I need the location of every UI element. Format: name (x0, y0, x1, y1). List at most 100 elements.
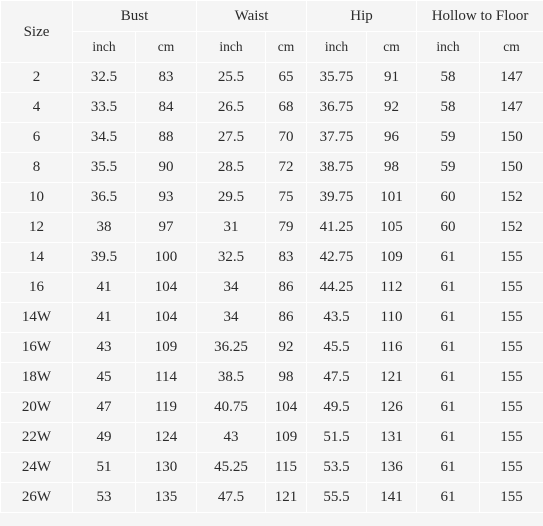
cell-hollow-inch: 60 (416, 212, 481, 243)
cell-bust-cm: 135 (134, 482, 198, 513)
cell-hip-inch: 38.75 (306, 152, 368, 183)
cell-size: 20W (0, 392, 73, 423)
cell-hollow-inch: 61 (416, 482, 481, 513)
cell-waist-inch: 43 (196, 422, 267, 453)
cell-bust-inch: 38 (72, 212, 136, 243)
cell-hip-cm: 136 (366, 452, 418, 483)
table-body: 2 32.5 83 25.5 65 35.75 91 58 147 4 33.5 84 26.5 68 36… (0, 62, 543, 513)
cell-bust-inch: 53 (72, 482, 136, 513)
table-row: 8 35.5 90 28.5 72 38.75 98 59 150 (0, 152, 543, 183)
cell-hip-inch: 43.5 (306, 302, 368, 333)
cell-waist-inch: 27.5 (196, 122, 267, 153)
cell-size: 10 (0, 182, 73, 213)
cell-hip-cm: 110 (366, 302, 418, 333)
cell-size: 26W (0, 482, 73, 513)
cell-waist-cm: 92 (265, 332, 308, 363)
cell-waist-inch: 34 (196, 272, 267, 303)
cell-waist-cm: 98 (265, 362, 308, 393)
cell-hollow-inch: 59 (416, 152, 481, 183)
cell-hip-cm: 105 (366, 212, 418, 243)
cell-bust-inch: 32.5 (72, 62, 136, 93)
cell-hollow-inch: 60 (416, 182, 481, 213)
unit-header-waist-cm: cm (265, 31, 308, 63)
cell-size: 14 (0, 242, 73, 273)
cell-hip-inch: 44.25 (306, 272, 368, 303)
cell-bust-cm: 97 (134, 212, 198, 243)
table-row: 12 38 97 31 79 41.25 105 60 152 (0, 212, 543, 243)
cell-hollow-cm: 155 (479, 242, 543, 273)
cell-size: 18W (0, 362, 73, 393)
cell-hollow-cm: 155 (479, 332, 543, 363)
cell-bust-cm: 124 (134, 422, 198, 453)
cell-hip-cm: 116 (366, 332, 418, 363)
cell-hollow-inch: 61 (416, 452, 481, 483)
cell-size: 22W (0, 422, 73, 453)
unit-header-hip-inch: inch (306, 31, 368, 63)
cell-bust-inch: 43 (72, 332, 136, 363)
column-header-hip: Hip (306, 0, 418, 32)
cell-hip-inch: 55.5 (306, 482, 368, 513)
cell-bust-inch: 47 (72, 392, 136, 423)
cell-bust-cm: 104 (134, 302, 198, 333)
cell-bust-inch: 35.5 (72, 152, 136, 183)
table-row: 16 41 104 34 86 44.25 112 61 155 (0, 272, 543, 303)
cell-hollow-cm: 155 (479, 362, 543, 393)
cell-hip-inch: 53.5 (306, 452, 368, 483)
unit-header-hollow-inch: inch (416, 31, 481, 63)
cell-hip-cm: 96 (366, 122, 418, 153)
cell-hollow-inch: 61 (416, 422, 481, 453)
cell-waist-cm: 83 (265, 242, 308, 273)
cell-hollow-cm: 155 (479, 392, 543, 423)
cell-hip-cm: 109 (366, 242, 418, 273)
cell-hip-inch: 37.75 (306, 122, 368, 153)
cell-hip-inch: 35.75 (306, 62, 368, 93)
cell-waist-inch: 38.5 (196, 362, 267, 393)
cell-bust-cm: 114 (134, 362, 198, 393)
cell-hip-cm: 126 (366, 392, 418, 423)
cell-hip-cm: 92 (366, 92, 418, 123)
cell-bust-cm: 119 (134, 392, 198, 423)
cell-waist-cm: 109 (265, 422, 308, 453)
cell-hollow-cm: 155 (479, 452, 543, 483)
cell-waist-inch: 45.25 (196, 452, 267, 483)
cell-bust-inch: 45 (72, 362, 136, 393)
cell-bust-inch: 34.5 (72, 122, 136, 153)
cell-hollow-inch: 61 (416, 332, 481, 363)
unit-header-hip-cm: cm (366, 31, 418, 63)
table-row: 6 34.5 88 27.5 70 37.75 96 59 150 (0, 122, 543, 153)
cell-size: 16W (0, 332, 73, 363)
column-header-waist: Waist (196, 0, 308, 32)
cell-hollow-cm: 155 (479, 422, 543, 453)
cell-bust-inch: 33.5 (72, 92, 136, 123)
table-row: 14 39.5 100 32.5 83 42.75 109 61 155 (0, 242, 543, 273)
cell-size: 4 (0, 92, 73, 123)
cell-hip-cm: 121 (366, 362, 418, 393)
cell-bust-cm: 100 (134, 242, 198, 273)
cell-bust-cm: 109 (134, 332, 198, 363)
cell-bust-inch: 41 (72, 272, 136, 303)
cell-bust-cm: 130 (134, 452, 198, 483)
size-chart-table: Size Bust Waist Hip Hollow to Floor inch… (0, 0, 543, 513)
column-header-bust: Bust (71, 0, 198, 32)
cell-hollow-cm: 147 (479, 92, 543, 123)
table-row: 20W 47 119 40.75 104 49.5 126 61 155 (0, 392, 543, 423)
cell-hip-inch: 36.75 (306, 92, 368, 123)
cell-hollow-inch: 58 (416, 62, 481, 93)
cell-waist-cm: 115 (265, 452, 308, 483)
cell-hip-cm: 98 (366, 152, 418, 183)
cell-waist-inch: 32.5 (196, 242, 267, 273)
table-row: 16W 43 109 36.25 92 45.5 116 61 155 (0, 332, 543, 363)
cell-hollow-cm: 150 (479, 122, 543, 153)
cell-waist-inch: 28.5 (196, 152, 267, 183)
cell-waist-inch: 26.5 (196, 92, 267, 123)
cell-waist-cm: 86 (265, 272, 308, 303)
unit-header-hollow-cm: cm (479, 31, 543, 63)
cell-hip-inch: 45.5 (306, 332, 368, 363)
cell-hip-cm: 101 (366, 182, 418, 213)
cell-waist-inch: 25.5 (196, 62, 267, 93)
cell-hip-cm: 91 (366, 62, 418, 93)
table-row: 2 32.5 83 25.5 65 35.75 91 58 147 (0, 62, 543, 93)
cell-hip-cm: 112 (366, 272, 418, 303)
cell-hollow-inch: 58 (416, 92, 481, 123)
cell-bust-inch: 51 (72, 452, 136, 483)
